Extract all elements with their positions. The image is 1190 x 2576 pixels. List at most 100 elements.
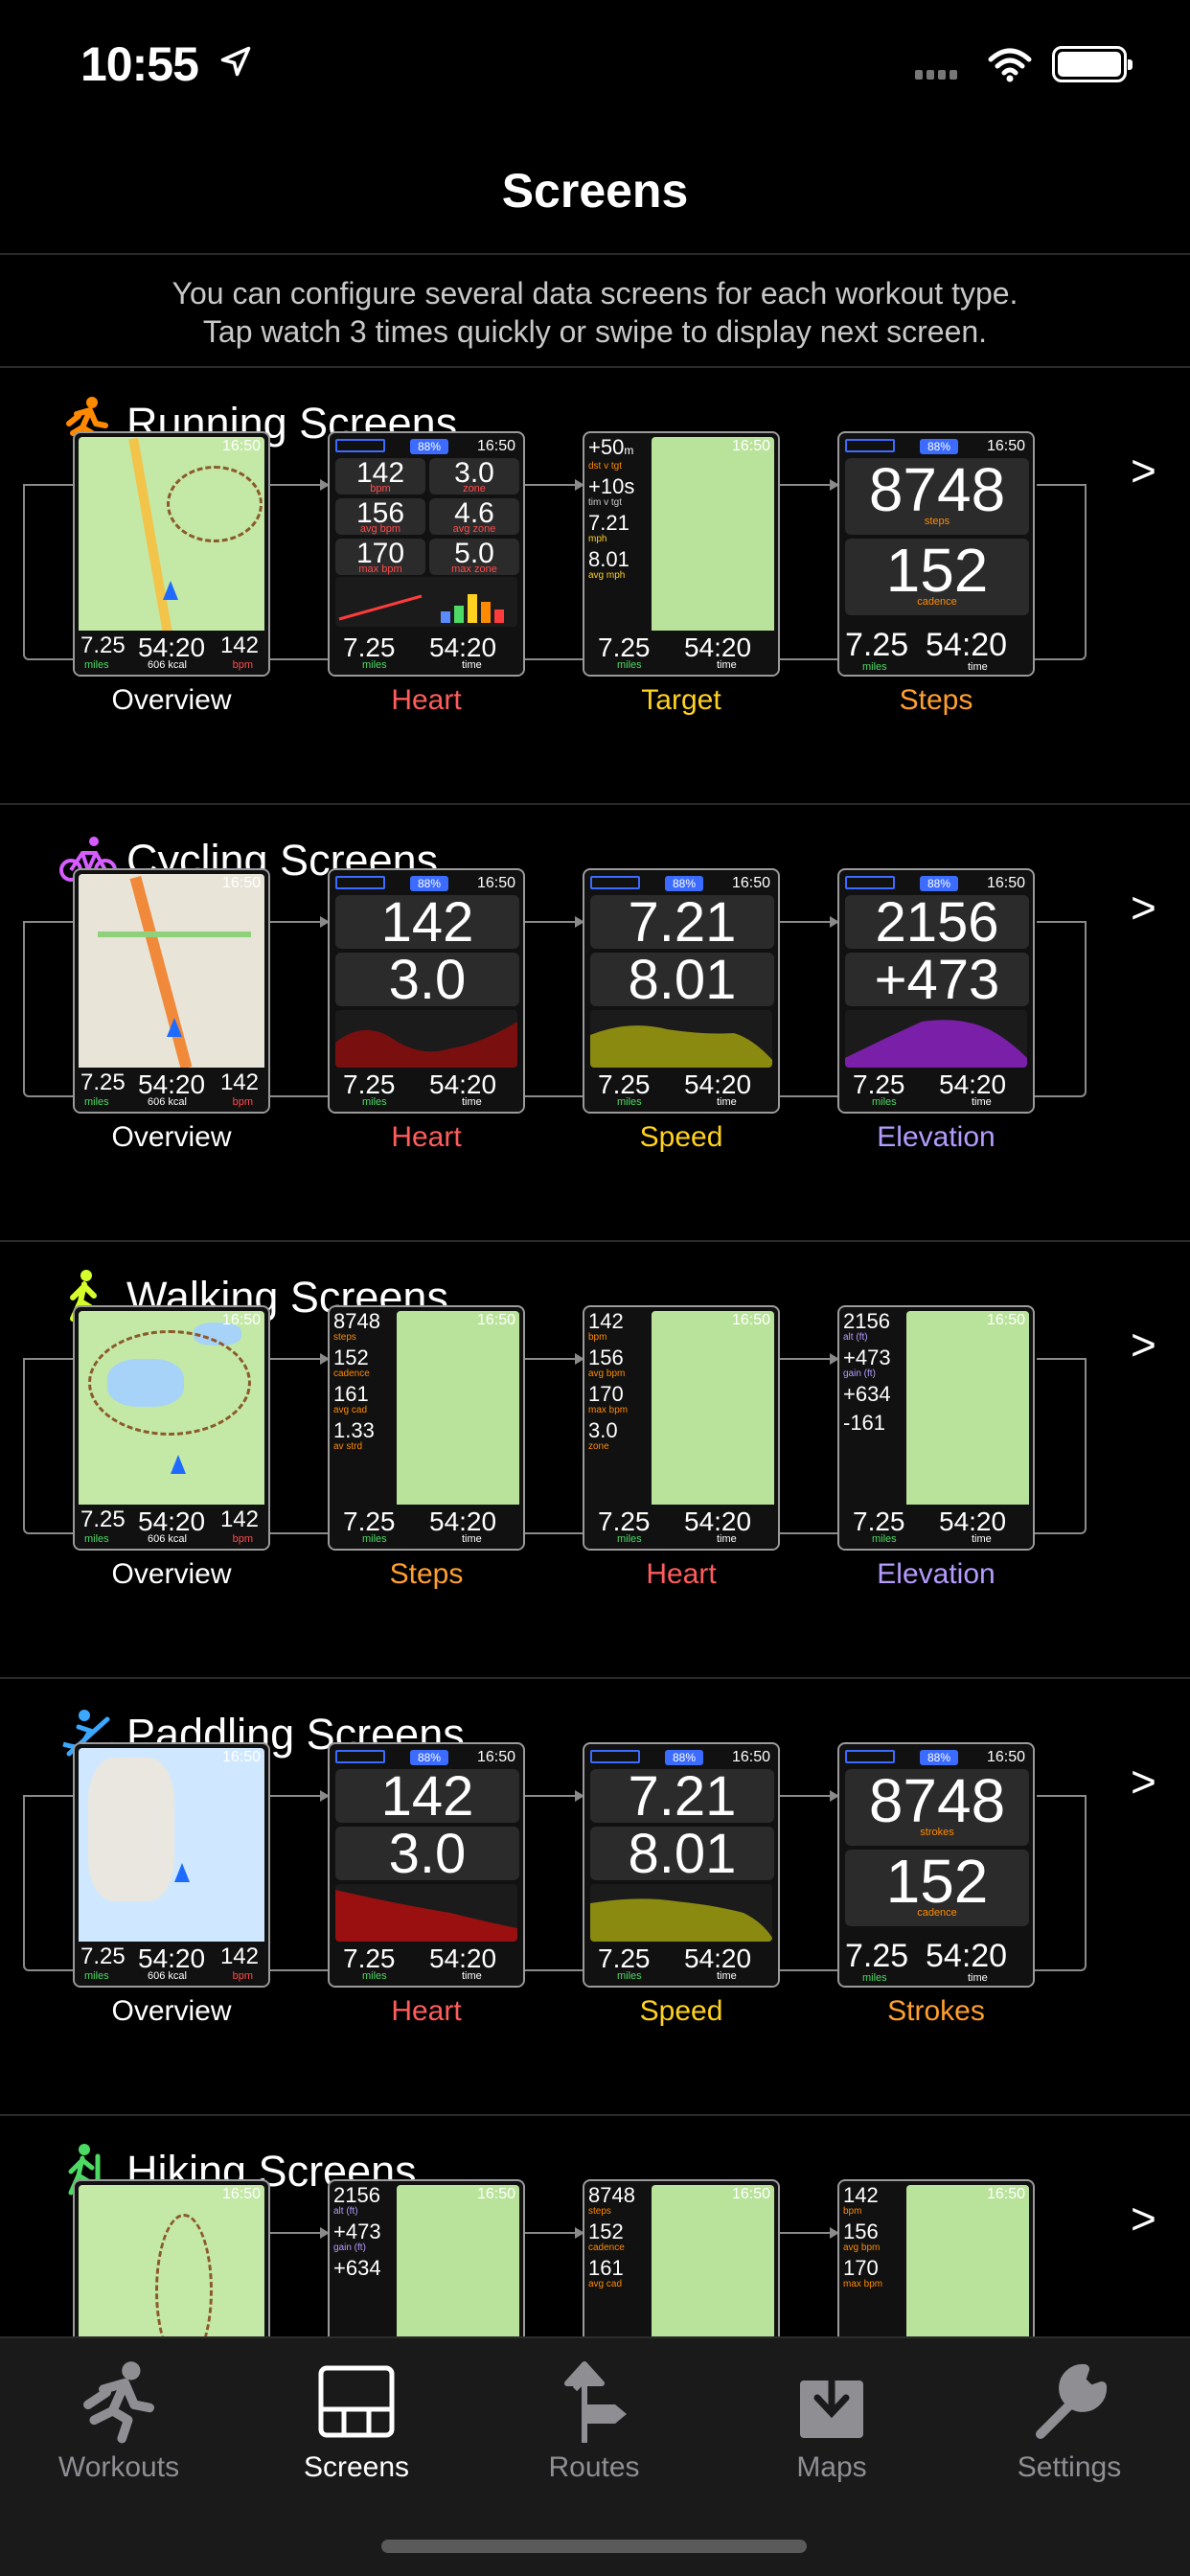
screen-label-elevation: Elevation <box>877 1121 995 1153</box>
tile-zone: 3.0 zone <box>429 458 519 494</box>
watch-footer: 7.25 54:20 142 miles 606 kcal bpm <box>75 631 268 675</box>
tile-value: 8748 <box>868 1766 1006 1835</box>
watch-footer: 7.25 54:20 miles time <box>330 1068 523 1112</box>
screen-preview-overview[interactable]: 16:50 7.25 54:20 142 miles 606 kcal bpm <box>73 1742 270 1988</box>
unit-label: miles <box>362 1970 387 1982</box>
map-view <box>79 874 264 1071</box>
screen-preview-elevation[interactable]: 88% 16:50 2156 +473 7.25 54:20 miles time <box>837 868 1035 1114</box>
intro-line-1: You can configure several data screens f… <box>172 276 1018 310</box>
heart-value: 142 <box>219 1070 259 1095</box>
unit-label: time <box>717 1970 737 1982</box>
screen-label-overview: Overview <box>111 1558 232 1590</box>
screen-preview-heart[interactable]: 88% 16:50 142 3.0 7.25 54:20 miles time <box>328 1742 525 1988</box>
watch-battery-bar <box>845 439 895 452</box>
screen-preview-overview[interactable]: 16:50 7.25 54:20 142 miles 606 kcal bpm <box>73 1305 270 1551</box>
next-screens-button[interactable]: > <box>1131 445 1156 496</box>
watch-footer: 7.25 54:20 miles time <box>839 625 1033 675</box>
watch-footer: 7.25 54:20 miles time <box>584 1505 778 1549</box>
tile-label: max bpm <box>588 1405 629 1415</box>
watch-footer: 7.25 54:20 miles time <box>839 1505 1033 1549</box>
tab-label: Maps <box>796 2451 867 2483</box>
tile-bpm: 142 bpm <box>335 458 425 494</box>
screen-preview-heart[interactable]: 142 bpm 156 avg bpm 170 max bpm 16:50 <box>837 2179 1035 2336</box>
target-distance-unit: m <box>624 444 634 457</box>
screen-preview-overview[interactable]: 16:50 <box>73 2179 270 2336</box>
tile-gain: +473 <box>845 953 1029 1008</box>
next-screens-button[interactable]: > <box>1131 2193 1156 2244</box>
screen-preview-heart[interactable]: 88% 16:50 142 bpm 3.0 zone 156 avg bpm 4.6 a… <box>328 431 525 677</box>
avg-bpm-value: 156 <box>843 2220 879 2243</box>
tab-workouts[interactable]: Workouts <box>23 2358 215 2484</box>
screen-preview-speed[interactable]: 88% 16:50 7.21 8.01 7.25 54:20 miles time <box>583 868 780 1114</box>
cycling-section: Cycling Screens > 16:50 7.25 54:20 142 m… <box>0 803 1190 1239</box>
screen-preview-overview[interactable]: 16:50 7.25 54:20 142 miles 606 kcal bpm <box>73 431 270 677</box>
screen-preview-heart[interactable]: 142 bpm 156 avg bpm 170 max bpm 3.0 zone 16:… <box>583 1305 780 1551</box>
tab-maps[interactable]: Maps <box>736 2358 927 2484</box>
heart-stats: 142 bpm 156 avg bpm 170 max bpm <box>843 2185 906 2336</box>
avg-cadence-value: 161 <box>588 2256 624 2280</box>
tile-value: 152 <box>885 536 989 605</box>
screen-preview-speed[interactable]: 88% 16:50 7.21 8.01 7.25 54:20 miles time <box>583 1742 780 1988</box>
duration-value: 54:20 <box>926 627 1008 663</box>
screen-preview-overview[interactable]: 16:50 7.25 54:20 142 miles 606 kcal bpm <box>73 868 270 1114</box>
tile-label: bpm <box>843 2206 862 2217</box>
unit-label: miles <box>872 1533 897 1545</box>
connector-arrow <box>780 2227 839 2239</box>
tab-routes[interactable]: Routes <box>498 2358 690 2484</box>
watch-clock: 16:50 <box>221 1749 261 1765</box>
screen-preview-steps[interactable]: 8748 steps 152 cadence 161 avg cad 1.33 av s… <box>328 1305 525 1551</box>
tile-value: 2156 <box>875 891 999 954</box>
tab-settings[interactable]: Settings <box>973 2358 1165 2484</box>
screen-preview-heart[interactable]: 88% 16:50 142 3.0 7.25 54:20 miles time <box>328 868 525 1114</box>
cellular-signal-icon <box>915 67 961 84</box>
avg-bpm-value: 156 <box>588 1346 624 1369</box>
tile-max-zone: 5.0 max zone <box>429 539 519 575</box>
next-screens-button[interactable]: > <box>1131 882 1156 933</box>
unit-label: miles <box>362 1096 387 1108</box>
watch-footer: 7.25 54:20 miles time <box>839 1068 1033 1112</box>
screen-preview-steps[interactable]: 8748 steps 152 cadence 161 avg cad 16:50 <box>583 2179 780 2336</box>
max-bpm-value: 170 <box>843 2256 879 2280</box>
screen-preview-target[interactable]: +50m dst v tgt +10s tim v tgt 7.21 mph 8.01… <box>583 431 780 677</box>
tile-avg-zone: 4.6 avg zone <box>429 498 519 535</box>
screen-preview-steps[interactable]: 88% 16:50 8748 steps 152 cadence 7.25 54:2… <box>837 431 1035 677</box>
distance-value: 7.25 <box>845 1938 909 1974</box>
screen-preview-elevation[interactable]: 2156 alt (ft) +473 gain (ft) +634 -161 16:… <box>837 1305 1035 1551</box>
watch-clock: 16:50 <box>731 438 770 454</box>
screen-label-heart: Heart <box>391 1121 462 1153</box>
screen-label-overview: Overview <box>111 1121 232 1153</box>
watch-clock: 16:50 <box>986 1749 1025 1765</box>
connector-arrow <box>270 2227 330 2239</box>
screen-preview-elevation[interactable]: 2156 alt (ft) +473 gain (ft) +634 16:50 <box>328 2179 525 2336</box>
next-screens-button[interactable]: > <box>1131 1756 1156 1807</box>
map-view <box>906 1311 1029 1508</box>
tab-screens[interactable]: Screens <box>261 2358 452 2484</box>
connector-arrow <box>780 479 839 491</box>
watch-battery-pct: 88% <box>665 1750 703 1765</box>
tile-value: 8.01 <box>628 949 737 1011</box>
tile-label: avg cad <box>333 1405 368 1415</box>
connector-arrow <box>525 479 584 491</box>
walking-section: Walking Screens > 16:50 7.25 54:20 142 m… <box>0 1240 1190 1676</box>
screen-preview-strokes[interactable]: 88% 16:50 8748 strokes 152 cadence 7.25 54:… <box>837 1742 1035 1988</box>
home-indicator <box>381 2540 807 2553</box>
tile-label: avg mph <box>588 570 626 581</box>
unit-label: bpm <box>232 1096 253 1108</box>
tile-label: cadence <box>917 1907 957 1919</box>
tile-label: max bpm <box>843 2279 883 2289</box>
watch-clock: 16:50 <box>476 875 515 891</box>
connector-arrow <box>525 916 584 928</box>
heart-chart <box>335 1884 517 1942</box>
screen-label-heart: Heart <box>391 684 462 716</box>
steps-stats: 8748 steps 152 cadence 161 avg cad <box>588 2185 652 2336</box>
next-screens-button[interactable]: > <box>1131 1319 1156 1370</box>
watch-battery-bar <box>845 1750 895 1763</box>
cadence-value: 152 <box>588 2220 624 2243</box>
tile-label: zone <box>588 1441 609 1452</box>
max-bpm-value: 170 <box>588 1382 624 1406</box>
map-view <box>906 2185 1029 2336</box>
cadence-value: 152 <box>333 1346 369 1369</box>
watch-clock: 16:50 <box>731 1312 770 1328</box>
unit-label: miles <box>84 659 109 671</box>
tile-label: av strd <box>333 1441 363 1452</box>
